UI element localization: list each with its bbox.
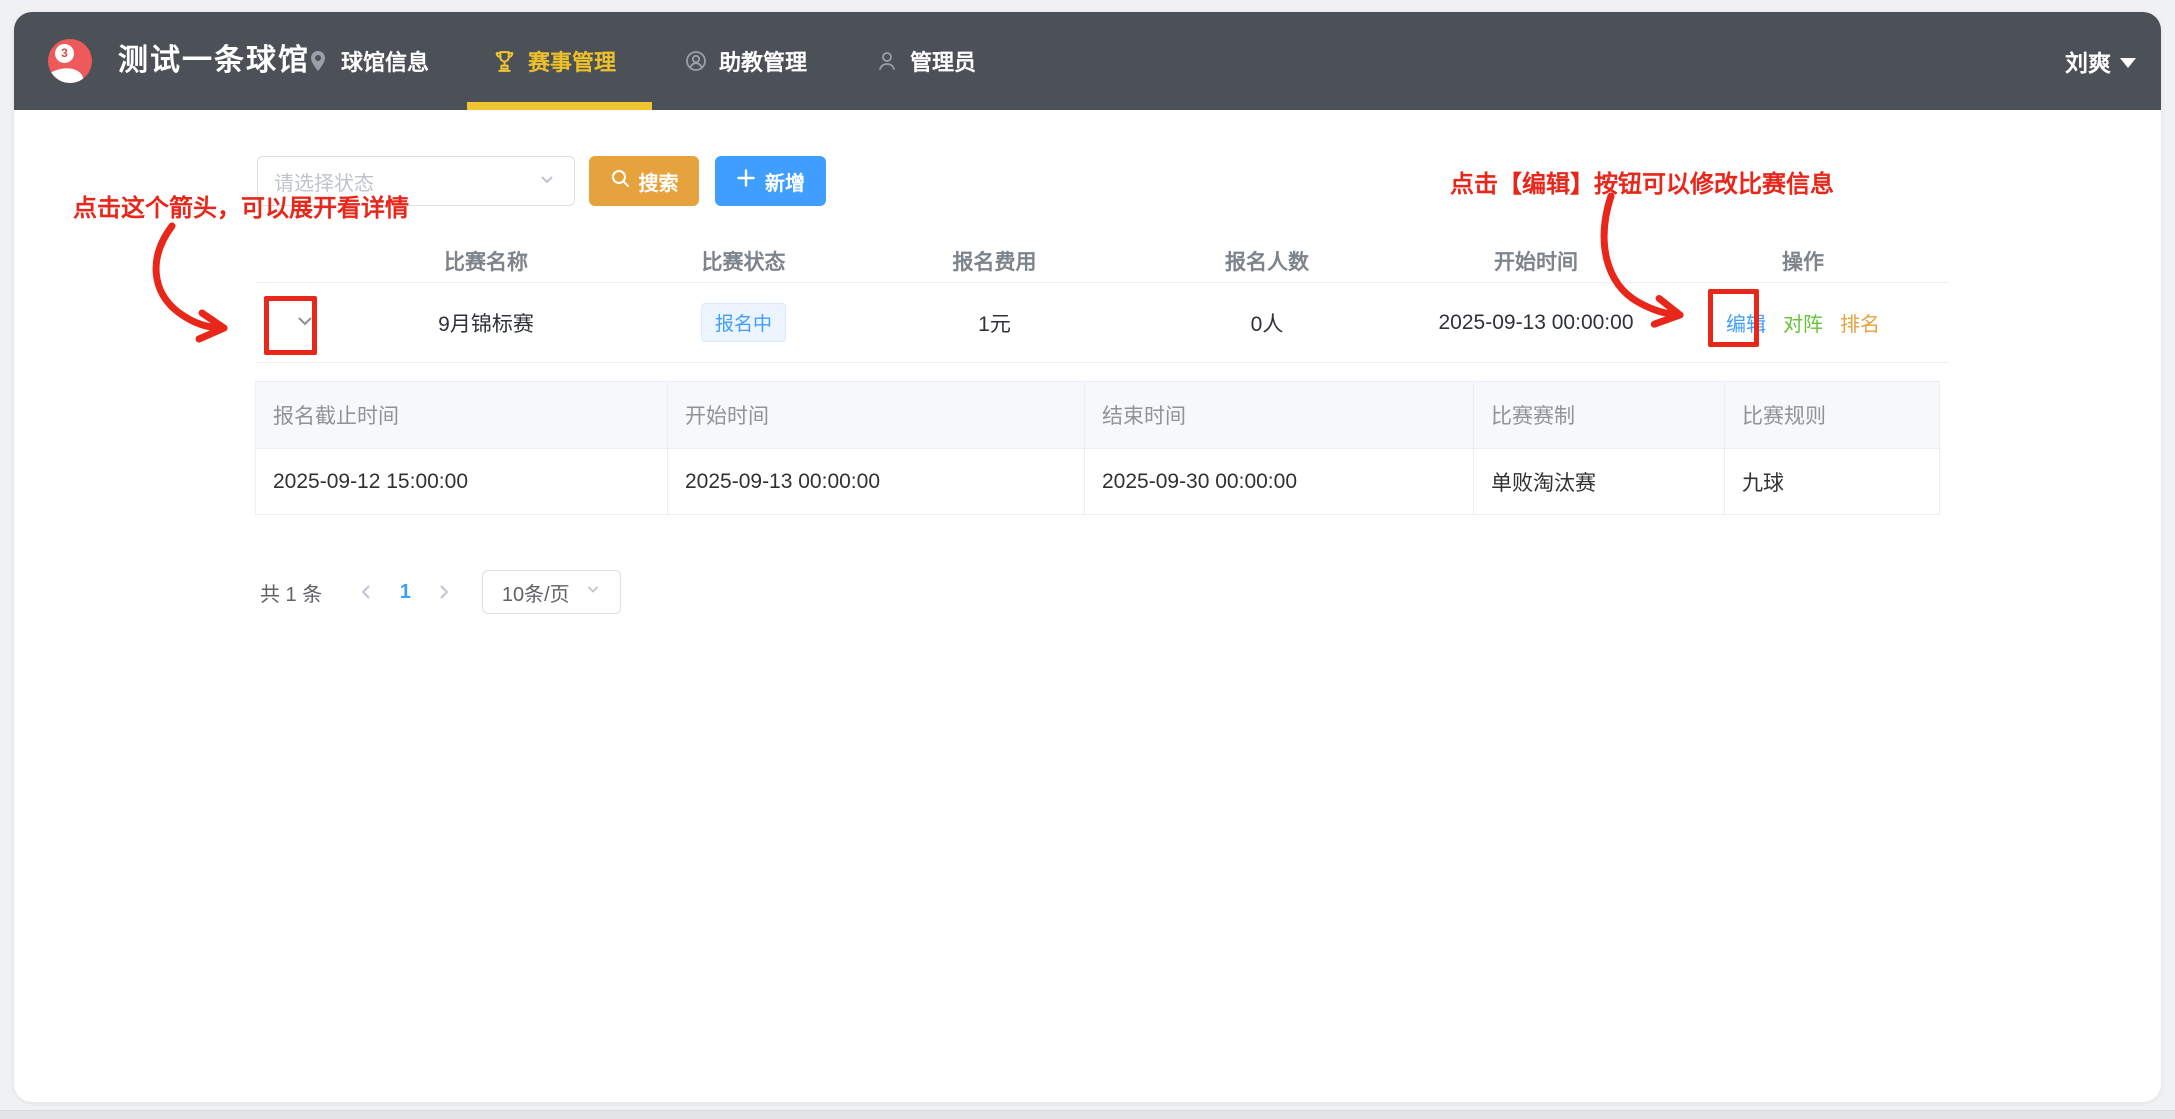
active-tab-underline <box>467 102 652 110</box>
user-name: 刘爽 <box>2065 44 2111 78</box>
logo-ball-number: 3 <box>55 44 74 63</box>
app-screen: 3 测试一条球馆 球馆信息 赛事管理 <box>0 0 2175 1119</box>
location-pin-icon <box>306 49 330 73</box>
cell-event-name: 9月锦标赛 <box>355 308 617 338</box>
column-name: 比赛名称 <box>355 240 617 282</box>
annotation-expand-tip: 点击这个箭头，可以展开看详情 <box>73 188 409 223</box>
detail-start-value: 2025-09-13 00:00:00 <box>668 449 1085 514</box>
nav-label: 球馆信息 <box>341 45 429 77</box>
column-actions: 操作 <box>1657 240 1949 282</box>
ranking-link[interactable]: 排名 <box>1840 308 1880 337</box>
chevron-down-icon <box>584 580 602 604</box>
bracket-link[interactable]: 对阵 <box>1783 308 1823 337</box>
nav-item-admin[interactable]: 管理员 <box>875 12 976 110</box>
column-count: 报名人数 <box>1119 240 1415 282</box>
nav-label: 助教管理 <box>719 45 807 77</box>
nav-item-event-management[interactable]: 赛事管理 <box>492 12 616 110</box>
detail-column-format: 比赛赛制 <box>1474 382 1725 448</box>
search-icon <box>610 168 630 194</box>
search-button-label: 搜索 <box>639 167 679 196</box>
detail-end-value: 2025-09-30 00:00:00 <box>1085 449 1474 514</box>
annotation-edit-tip: 点击【编辑】按钮可以修改比赛信息 <box>1450 164 1834 199</box>
cell-fee: 1元 <box>870 308 1119 338</box>
cell-count: 0人 <box>1119 308 1415 338</box>
nav-item-coach-management[interactable]: 助教管理 <box>684 12 807 110</box>
annotation-box-expand <box>264 296 317 355</box>
prev-page-button[interactable] <box>350 570 384 614</box>
detail-column-rules: 比赛规则 <box>1725 382 1939 448</box>
detail-value-row: 2025-09-12 15:00:00 2025-09-13 00:00:00 … <box>256 449 1939 514</box>
detail-column-start: 开始时间 <box>668 382 1085 448</box>
column-fee: 报名费用 <box>870 240 1119 282</box>
column-status: 比赛状态 <box>617 240 870 282</box>
status-badge: 报名中 <box>701 303 786 342</box>
events-table-header: 比赛名称 比赛状态 报名费用 报名人数 开始时间 操作 <box>255 240 1949 283</box>
pagination: 共 1 条 1 10条/页 <box>260 570 621 614</box>
coach-icon <box>684 49 708 73</box>
table-row: 9月锦标赛 报名中 1元 0人 2025-09-13 00:00:00 编辑 对… <box>255 283 1949 363</box>
top-navbar: 3 测试一条球馆 球馆信息 赛事管理 <box>14 12 2161 110</box>
plus-icon <box>736 168 756 194</box>
venue-title: 测试一条球馆 <box>118 12 310 110</box>
next-page-button[interactable] <box>426 570 460 614</box>
user-dropdown[interactable]: 刘爽 <box>2065 12 2136 110</box>
detail-column-end: 结束时间 <box>1085 382 1474 448</box>
add-button[interactable]: 新增 <box>715 156 826 206</box>
user-icon <box>875 49 899 73</box>
app-card: 3 测试一条球馆 球馆信息 赛事管理 <box>14 12 2161 1102</box>
page-size-value: 10条/页 <box>502 578 570 607</box>
annotation-box-edit <box>1708 289 1759 347</box>
page-number-1[interactable]: 1 <box>384 581 426 604</box>
trophy-icon <box>492 49 517 74</box>
logo-crescent-shape <box>48 63 88 83</box>
cell-actions: 编辑 对阵 排名 <box>1657 308 1949 337</box>
column-expand <box>255 240 355 282</box>
page-bottom-strip <box>0 1110 2175 1119</box>
column-start-time: 开始时间 <box>1415 240 1657 282</box>
billiard-ball-logo-icon: 3 <box>48 39 92 83</box>
detail-format-value: 单败淘汰赛 <box>1474 449 1725 514</box>
add-button-label: 新增 <box>765 167 805 196</box>
page-size-select[interactable]: 10条/页 <box>482 570 621 614</box>
expanded-detail-table: 报名截止时间 开始时间 结束时间 比赛赛制 比赛规则 2025-09-12 15… <box>255 381 1940 515</box>
nav-item-venue-info[interactable]: 球馆信息 <box>306 12 429 110</box>
nav-label: 赛事管理 <box>528 45 616 77</box>
caret-down-icon <box>2120 58 2136 68</box>
detail-deadline-value: 2025-09-12 15:00:00 <box>256 449 668 514</box>
detail-column-deadline: 报名截止时间 <box>256 382 668 448</box>
chevron-down-icon <box>536 168 558 195</box>
pagination-total: 共 1 条 <box>260 578 322 607</box>
detail-rules-value: 九球 <box>1725 449 1939 514</box>
cell-start-time: 2025-09-13 00:00:00 <box>1415 311 1657 335</box>
nav-label: 管理员 <box>910 45 976 77</box>
detail-header-row: 报名截止时间 开始时间 结束时间 比赛赛制 比赛规则 <box>256 382 1939 449</box>
search-button[interactable]: 搜索 <box>589 156 699 206</box>
